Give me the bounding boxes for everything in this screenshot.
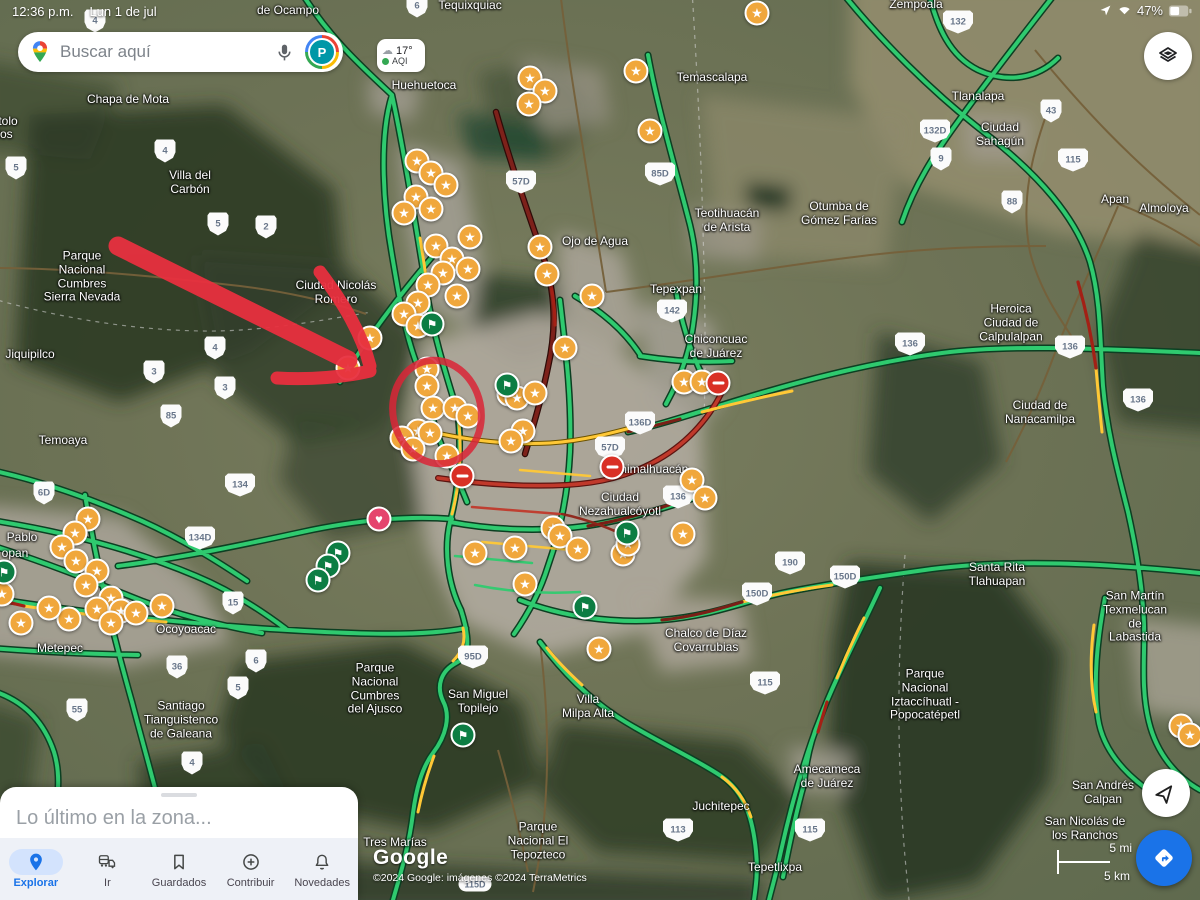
layers-button[interactable] (1144, 32, 1192, 80)
google-maps-app: de Ocampo Tequixquiac Zempoala Huehuetoca Te… (0, 0, 1200, 900)
tab-label: Explorar (13, 877, 59, 889)
bottom-sheet[interactable]: Lo último en la zona... Explorar Ir Guar… (0, 787, 358, 900)
cloud-icon: ☁ (382, 44, 393, 57)
tab-label: Ir (104, 877, 111, 889)
status-bar-right: 47% (1099, 3, 1192, 18)
navigation-arrow-icon (1154, 781, 1178, 805)
battery-icon (1168, 4, 1192, 18)
status-time: 12:36 p.m. (12, 4, 74, 19)
scale-km: 5 km (1103, 869, 1130, 883)
status-date: Lun 1 de jul (89, 4, 157, 19)
map-scale: 5 mi 5 km (1050, 841, 1134, 883)
scale-miles: 5 mi (1109, 841, 1132, 855)
aqi-dot-icon (382, 58, 389, 66)
search-input[interactable]: Buscar aquí (60, 42, 274, 62)
directions-icon (1151, 845, 1177, 871)
tab-explorar[interactable]: Explorar (0, 838, 72, 900)
satellite-map-canvas[interactable] (0, 0, 1200, 900)
terrain-shading (0, 0, 1200, 900)
wifi-icon (1117, 4, 1132, 17)
tab-label: Guardados (151, 877, 207, 889)
bell-icon (295, 849, 349, 875)
add-circle-icon (224, 849, 278, 875)
bookmark-icon (152, 849, 206, 875)
weather-temp: 17° (396, 44, 413, 57)
tab-guardados[interactable]: Guardados (143, 838, 215, 900)
tab-label: Contribuir (226, 877, 275, 889)
explore-pin-icon (8, 849, 63, 875)
location-arrow-icon (1099, 4, 1112, 17)
account-avatar[interactable]: P (305, 35, 339, 69)
aqi-label: AQI (392, 55, 408, 66)
tab-novedades[interactable]: Novedades (286, 838, 358, 900)
bottom-navigation: Explorar Ir Guardados Contribuir Novedad… (0, 838, 358, 900)
tab-ir[interactable]: Ir (72, 838, 144, 900)
tab-label: Novedades (294, 877, 350, 889)
layers-icon (1156, 44, 1180, 68)
weather-chip[interactable]: ☁ 17° AQI (377, 39, 425, 72)
avatar-letter: P (308, 38, 336, 66)
sheet-title: Lo último en la zona... (16, 807, 212, 829)
search-bar[interactable]: Buscar aquí P (18, 32, 343, 72)
status-bar-left: 12:36 p.m. Lun 1 de jul (12, 4, 157, 19)
my-location-button[interactable] (1142, 769, 1190, 817)
tab-contribuir[interactable]: Contribuir (215, 838, 287, 900)
battery-percent: 47% (1136, 3, 1163, 18)
mic-icon[interactable] (274, 42, 295, 63)
drag-handle[interactable] (161, 793, 197, 797)
google-logo: Google (373, 846, 449, 869)
directions-fab[interactable] (1136, 830, 1192, 886)
map-copyright: ©2024 Google: imágenes ©2024 TerraMetric… (373, 872, 587, 884)
maps-pin-logo-icon (30, 39, 50, 65)
transit-icon (80, 849, 134, 875)
